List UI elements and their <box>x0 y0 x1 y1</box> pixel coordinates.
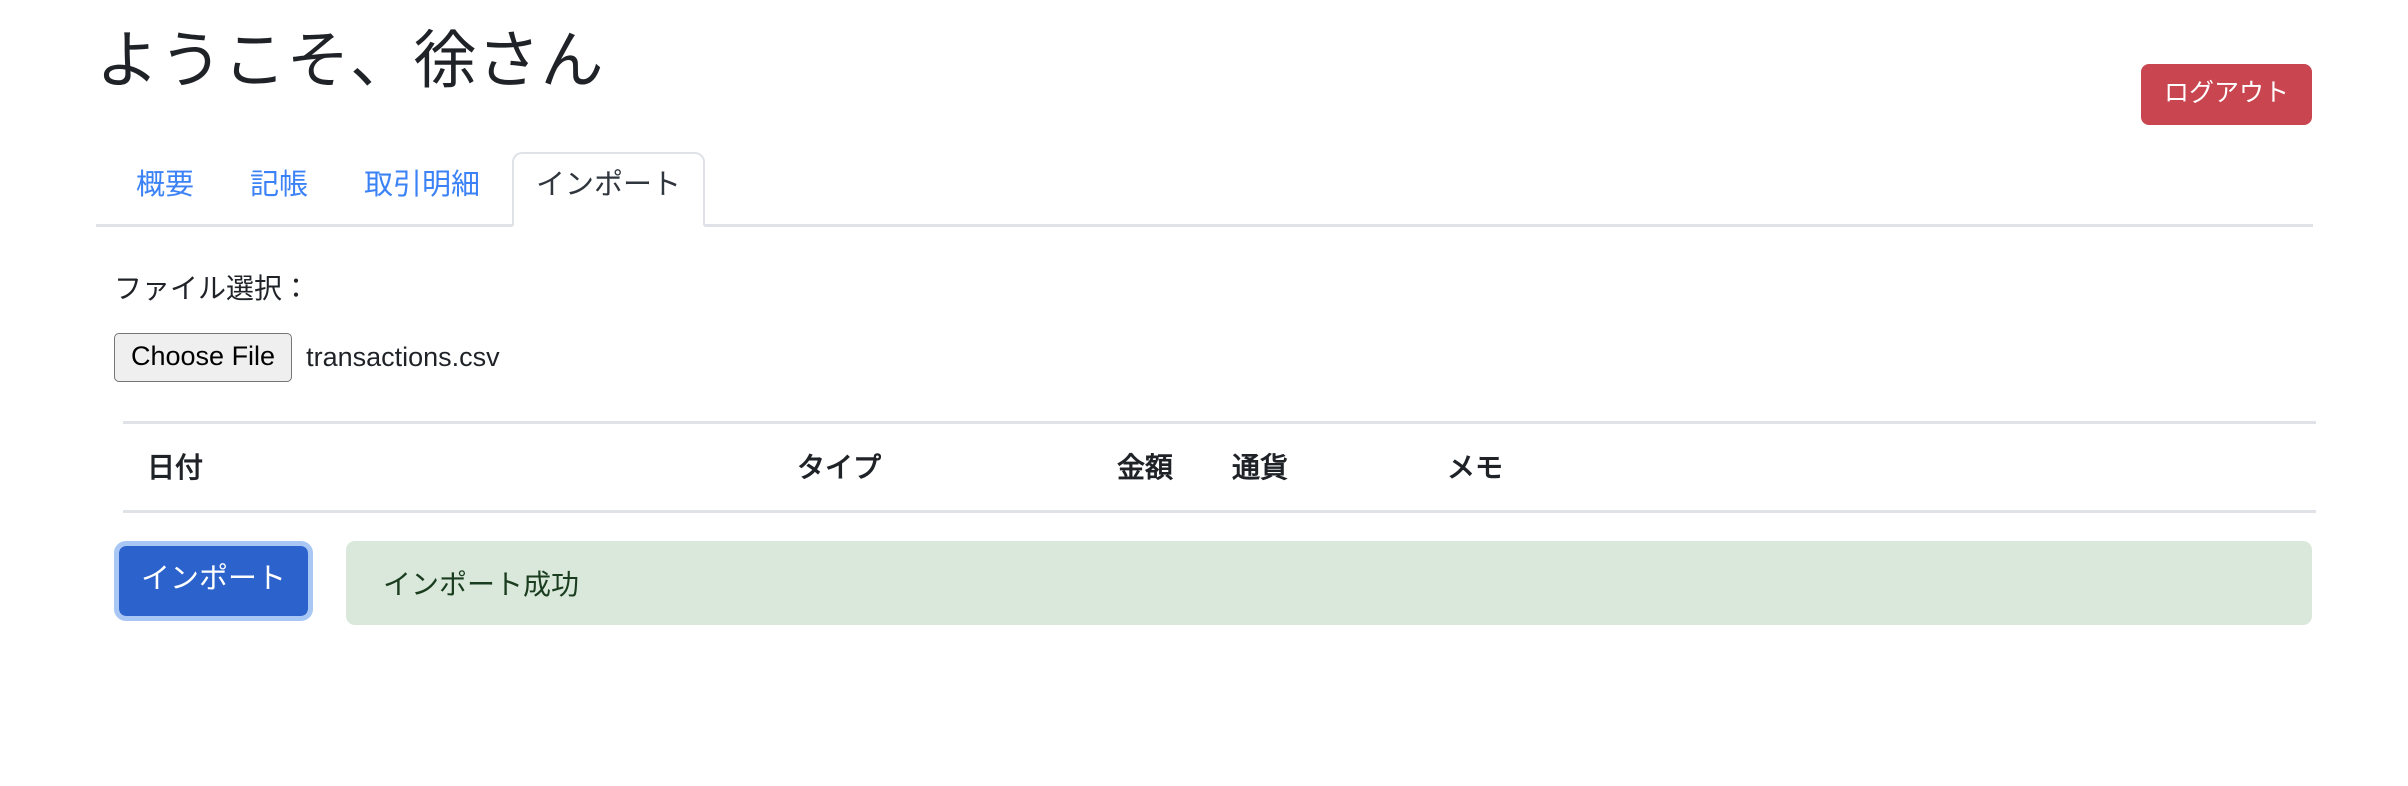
tab-bookkeeping[interactable]: 記帳 <box>226 152 332 224</box>
tab-bar: 概要 記帳 取引明細 インポート <box>96 150 2313 227</box>
import-preview-table: 日付 タイプ 金額 通貨 メモ <box>123 421 2316 513</box>
selected-file-name: transactions.csv <box>306 341 500 372</box>
action-row: インポート インポート成功 <box>113 541 2312 625</box>
column-header-currency: 通貨 <box>1232 421 1447 513</box>
import-button[interactable]: インポート <box>113 541 314 621</box>
page-header: ようこそ、徐さん ログアウト <box>96 0 2312 150</box>
column-header-type: タイプ <box>797 421 1117 513</box>
status-message: インポート成功 <box>346 541 2312 625</box>
file-input-row[interactable]: Choose File transactions.csv <box>114 332 2312 382</box>
choose-file-button[interactable]: Choose File <box>114 332 293 382</box>
logout-button[interactable]: ログアウト <box>2140 64 2312 125</box>
column-header-memo: メモ <box>1447 421 2316 513</box>
file-picker-label: ファイル選択： <box>114 273 311 304</box>
page-title: ようこそ、徐さん <box>96 26 604 96</box>
tab-transactions[interactable]: 取引明細 <box>340 152 504 224</box>
import-page: ようこそ、徐さん ログアウト 概要 記帳 取引明細 インポート ファイル選択： … <box>0 0 2408 786</box>
tab-import[interactable]: インポート <box>512 152 706 227</box>
column-header-amount: 金額 <box>1117 421 1232 513</box>
file-picker-section: ファイル選択： Choose File transactions.csv <box>96 227 2312 382</box>
tab-overview[interactable]: 概要 <box>112 152 218 224</box>
table-head: 日付 タイプ 金額 通貨 メモ <box>123 421 2316 513</box>
table-header-row: 日付 タイプ 金額 通貨 メモ <box>123 421 2316 513</box>
column-header-date: 日付 <box>123 421 797 513</box>
